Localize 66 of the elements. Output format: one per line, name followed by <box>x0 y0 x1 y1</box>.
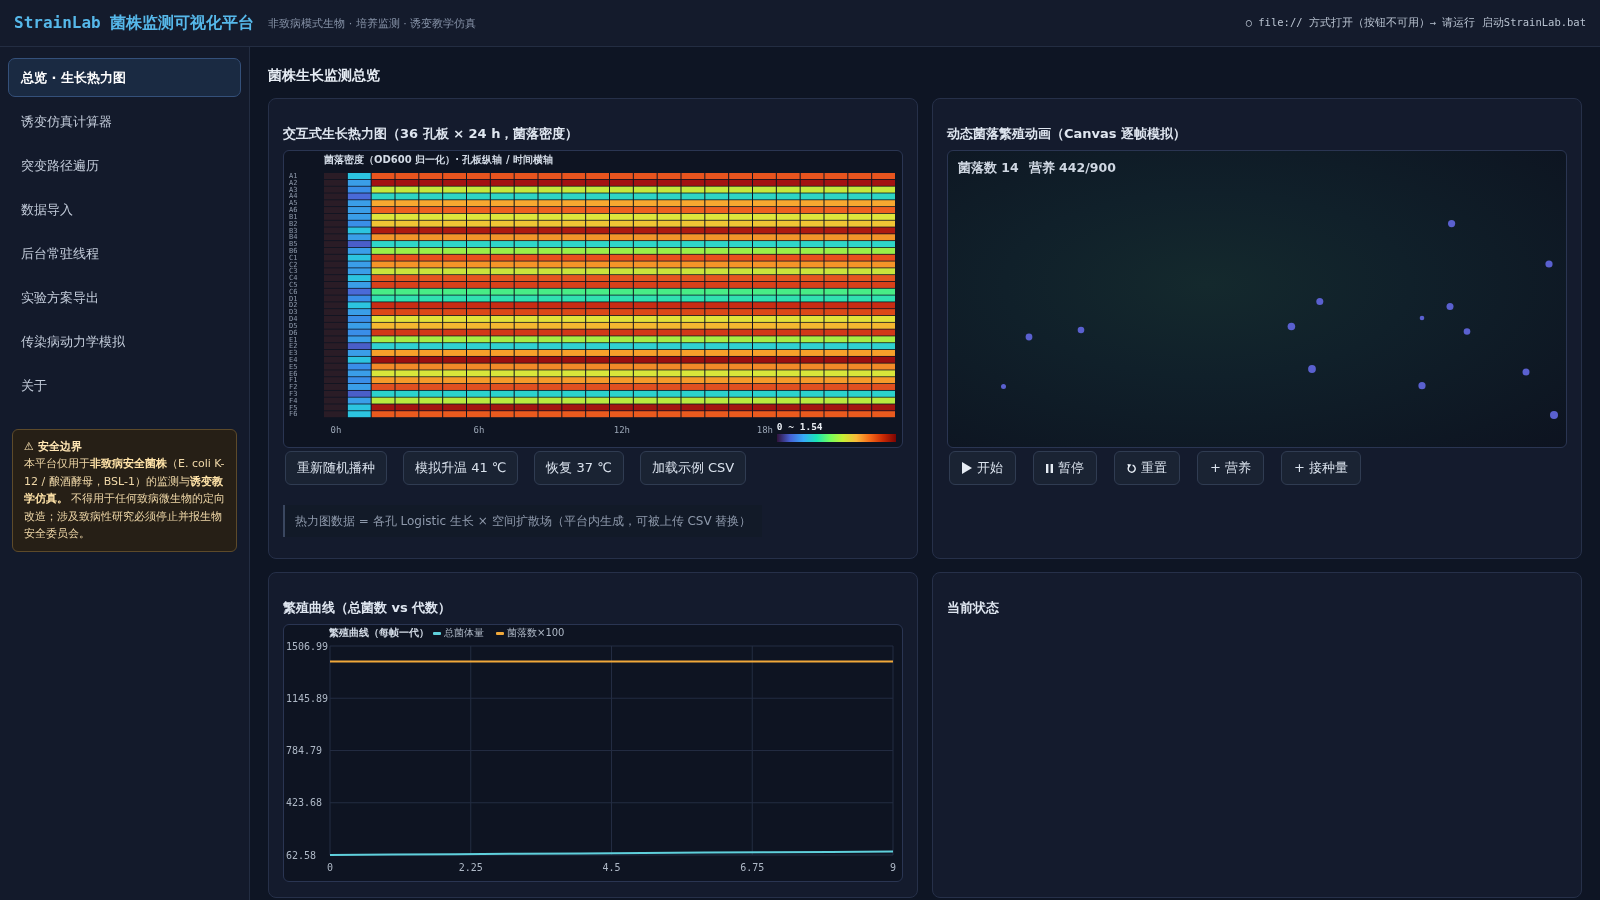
nav-item[interactable]: 传染病动力学模拟 <box>8 322 241 361</box>
colony-dot <box>1419 315 1425 321</box>
heatmap-title: 菌落密度（OD600 归一化）· 孔板纵轴 / 时间横轴 <box>324 153 555 166</box>
launch-hint: ○ file:// 方式打开（按钮不可用）→ 请运行 启动StrainLab.bat <box>1245 16 1586 30</box>
play-icon <box>962 462 972 474</box>
app-title: StrainLab 菌株监测可视化平台 <box>14 12 255 34</box>
axis-label: 6h <box>473 424 485 436</box>
start-button[interactable]: 开始 <box>949 451 1016 485</box>
colony-dot <box>1448 220 1456 228</box>
axis-label: 423.68 <box>286 797 323 809</box>
colorbar-range-label: 0 ~ 1.54 <box>776 421 823 433</box>
notice-title: ⚠ 安全边界 <box>24 439 83 455</box>
legend-label: 总菌体量 <box>444 626 484 640</box>
legend-label: 菌落数×100 <box>507 626 565 640</box>
axis-label: 1506.99 <box>286 641 329 652</box>
nav-item[interactable]: 突变路径遍历 <box>8 146 241 185</box>
axis-label: 18h <box>756 424 774 436</box>
add-button[interactable]: + 营养 <box>1197 451 1265 485</box>
circular-arrow-icon <box>1127 463 1136 473</box>
axis-label: 0h <box>330 424 342 436</box>
colony-dot <box>1418 382 1426 390</box>
axis-label: 6.75 <box>740 862 765 873</box>
colony-dot <box>1550 411 1558 419</box>
axis-label: 1145.89 <box>286 692 329 704</box>
action-button[interactable]: 模拟升温 41 ℃ <box>403 451 519 485</box>
action-button[interactable]: 恢复 37 ℃ <box>534 451 624 485</box>
chart-title: 繁殖曲线（每帧一代） <box>329 626 429 640</box>
nav-item[interactable]: 后台常驻线程 <box>8 234 241 273</box>
axis-label: 12h <box>613 424 631 436</box>
nav-item[interactable]: 数据导入 <box>8 190 241 229</box>
colony-dot <box>1025 333 1033 341</box>
action-button[interactable]: 重新随机播种 <box>285 451 387 485</box>
colony-dot <box>1316 298 1324 305</box>
colony-count: 菌落数 14 <box>958 160 1019 175</box>
axis-label: 62.58 <box>286 849 317 861</box>
colony-dot <box>1522 368 1530 376</box>
axis-label: 9 <box>890 862 896 873</box>
colony-dot <box>1308 365 1316 373</box>
colony-dot <box>1446 303 1454 310</box>
nav-item[interactable]: 总览 · 生长热力图 <box>8 58 241 97</box>
notice-text: 本平台仅用于非致病安全菌株（E. coli K-12 / 酿酒酵母，BSL-1）的监测与诱变教学仿真。 不得用于任何致病微生物的定向改造；涉及致病性研究必须停止并报生物安全委员会。 <box>24 456 226 543</box>
app-subtitle: 非致病模式生物 · 培养监测 · 诱变教学仿真 <box>268 15 477 31</box>
axis-label: 4.5 <box>602 862 621 873</box>
colony-dot <box>1545 260 1553 268</box>
panel-title: 当前状态 <box>947 599 1000 617</box>
axis-label: 784.79 <box>286 745 323 756</box>
reset-button[interactable]: 重置 <box>1114 451 1180 485</box>
panel-title: 交互式生长热力图（36 孔板 × 24 h，菌落密度） <box>283 125 580 143</box>
panel-title: 繁殖曲线（总菌数 vs 代数） <box>283 599 453 617</box>
page-title: 菌株生长监测总览 <box>268 66 381 85</box>
axis-label: 2.25 <box>458 862 483 873</box>
info-note: 热力图数据 = 各孔 Logistic 生长 × 空间扩散场（平台内生成，可被上传 CSV 替换） <box>283 505 762 537</box>
colony-dot <box>1077 326 1085 334</box>
pause-icon <box>1046 463 1053 473</box>
panel-title: 动态菌落繁殖动画（Canvas 逐帧模拟） <box>947 125 1188 143</box>
colony-dot <box>1287 322 1296 331</box>
pause-button[interactable]: 暂停 <box>1033 451 1097 485</box>
nav-item[interactable]: 关于 <box>8 366 241 405</box>
nutrient-reading: 营养 442/900 <box>1028 160 1116 175</box>
add-button[interactable]: + 接种量 <box>1281 451 1362 485</box>
colony-dot <box>1001 384 1006 389</box>
nav-item[interactable]: 实验方案导出 <box>8 278 241 317</box>
nav-item[interactable]: 诱变仿真计算器 <box>8 102 241 141</box>
axis-label: 0 <box>327 862 333 873</box>
colony-dot <box>1463 328 1471 335</box>
action-button[interactable]: 加载示例 CSV <box>639 451 747 485</box>
